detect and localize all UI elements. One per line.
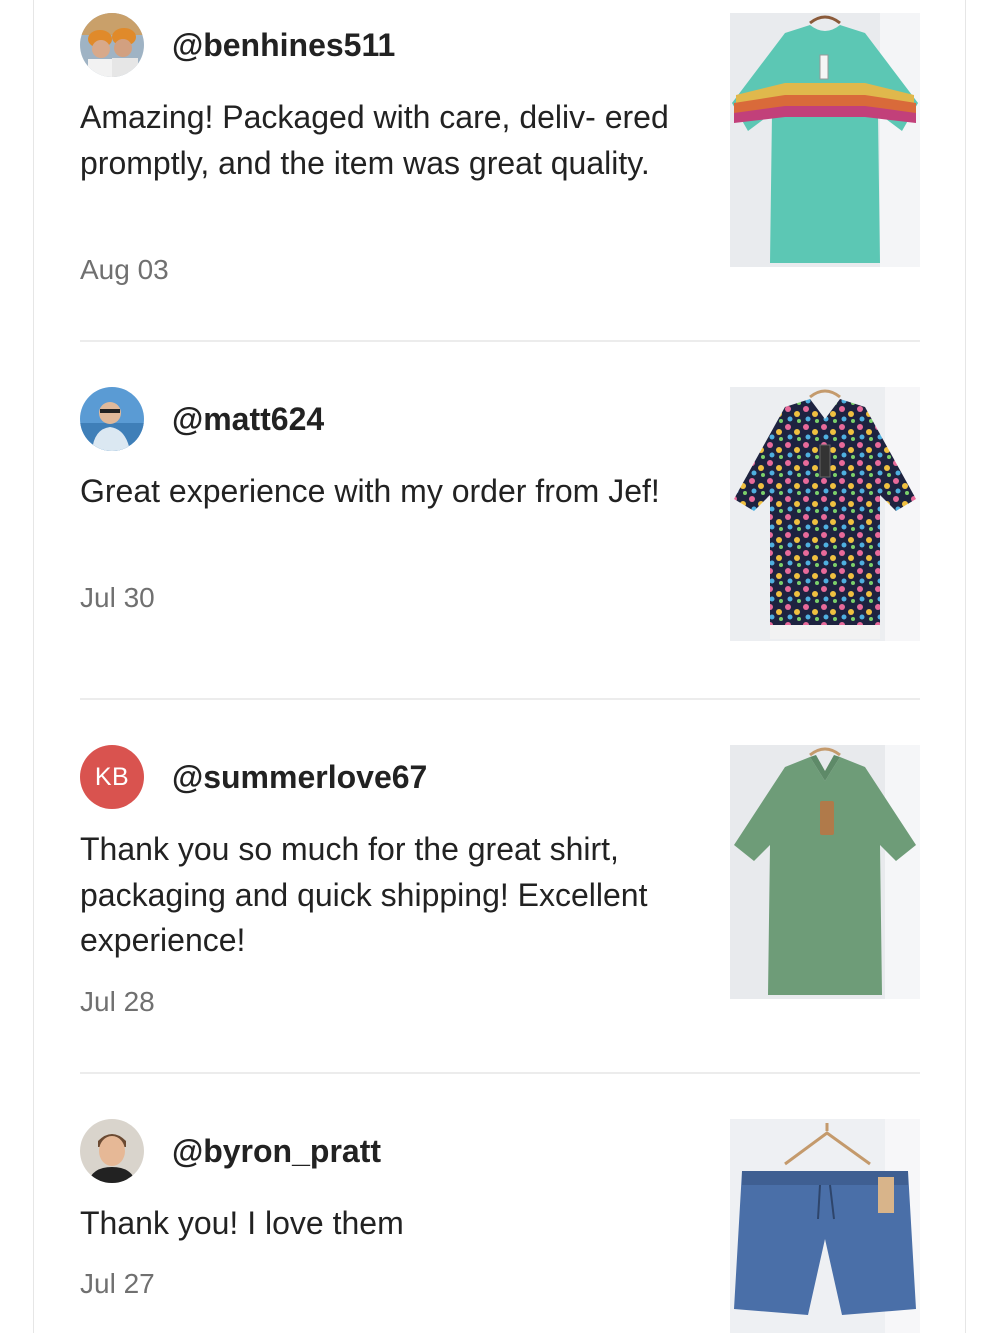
user-avatar[interactable] [80, 387, 144, 451]
review-text: Amazing! Packaged with care, deliv- ered… [80, 99, 669, 181]
review-user-row[interactable]: @benhines511 [80, 13, 395, 77]
review-item: KB @summerlove67 Thank you so much for t… [80, 700, 920, 1072]
review-date: Jul 30 [80, 582, 155, 613]
product-photo[interactable] [730, 745, 920, 999]
review-username[interactable]: @matt624 [172, 401, 324, 438]
user-avatar[interactable]: KB [80, 745, 144, 809]
review-item: @matt624 Great experience with my order … [80, 342, 920, 698]
review-user-row[interactable]: @byron_pratt [80, 1119, 381, 1183]
product-photo[interactable] [730, 1119, 920, 1333]
review-user-row[interactable]: KB @summerlove67 [80, 745, 427, 809]
user-avatar[interactable] [80, 1119, 144, 1183]
review-text: Thank you so much for the great shirt, p… [80, 831, 648, 958]
review-username[interactable]: @byron_pratt [172, 1133, 381, 1170]
review-date: Aug 03 [80, 254, 169, 285]
review-text: Great experience with my order from Jef! [80, 473, 660, 509]
review-date: Jul 28 [80, 986, 155, 1017]
review-date: Jul 27 [80, 1268, 155, 1299]
review-username[interactable]: @summerlove67 [172, 759, 427, 796]
review-item: @byron_pratt Thank you! I love them Jul … [80, 1074, 920, 1333]
avatar-initials: KB [94, 762, 130, 791]
product-photo[interactable] [730, 387, 920, 641]
product-photo[interactable] [730, 13, 920, 267]
user-avatar[interactable] [80, 13, 144, 77]
review-user-row[interactable]: @matt624 [80, 387, 324, 451]
review-text: Thank you! I love them [80, 1205, 404, 1241]
review-item: @benhines511 Amazing! Packaged with care… [80, 0, 920, 340]
review-username[interactable]: @benhines511 [172, 27, 395, 64]
